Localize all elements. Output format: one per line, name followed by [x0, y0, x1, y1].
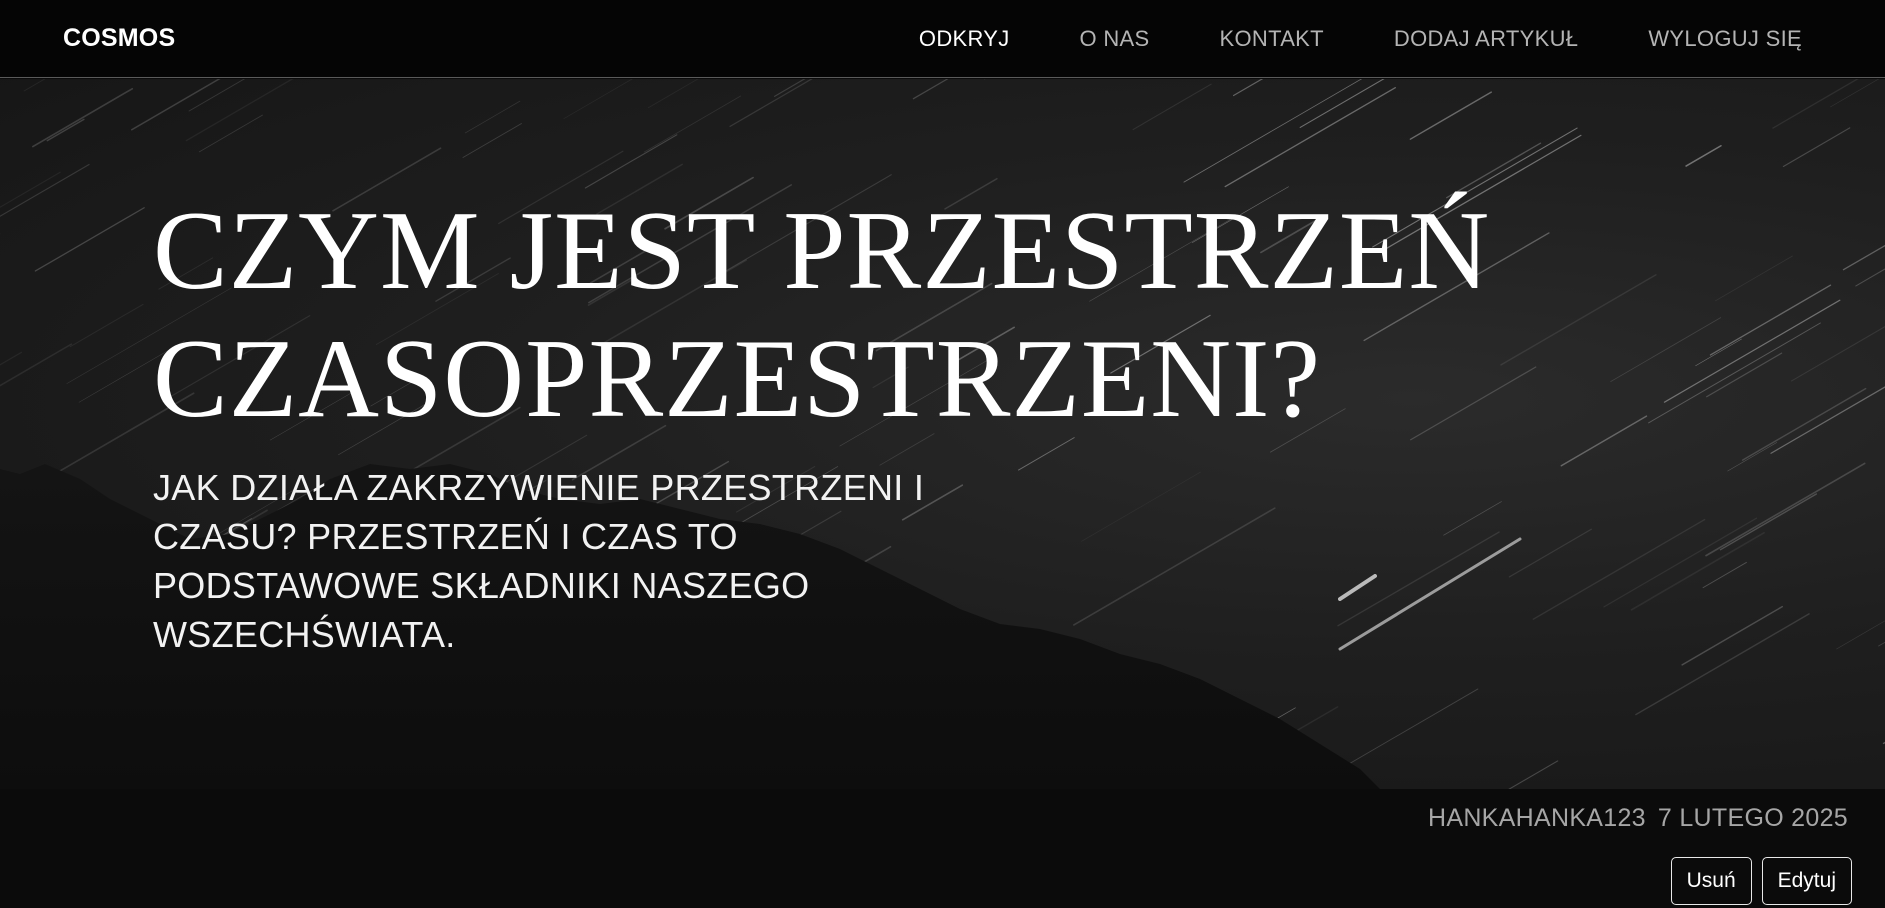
- edit-button[interactable]: Edytuj: [1761, 857, 1852, 905]
- hero-section: CZYM JEST PRZESTRZEŃ CZASOPRZESTRZENI? J…: [0, 79, 1885, 789]
- nav-link-dodaj-artykul[interactable]: DODAJ ARTYKUŁ: [1394, 26, 1578, 52]
- author-name: HANKAHANKA123: [1428, 804, 1646, 832]
- article-title: CZYM JEST PRZESTRZEŃ CZASOPRZESTRZENI?: [153, 187, 1490, 443]
- article-title-line2: CZASOPRZESTRZENI?: [153, 317, 1322, 441]
- nav-link-kontakt[interactable]: KONTAKT: [1220, 26, 1324, 52]
- article-subtitle: JAK DZIAŁA ZAKRZYWIENIE PRZESTRZENI I CZ…: [153, 467, 925, 655]
- top-navbar: COSMOS ODKRYJ O NAS KONTAKT DODAJ ARTYKU…: [0, 0, 1885, 78]
- nav-link-o-nas[interactable]: O NAS: [1080, 26, 1150, 52]
- nav-link-odkryj[interactable]: ODKRYJ: [919, 26, 1010, 52]
- article-meta: HANKAHANKA123 7 LUTEGO 2025: [1428, 804, 1848, 833]
- article-title-line1: CZYM JEST PRZESTRZEŃ: [153, 189, 1491, 313]
- nav-link-wyloguj[interactable]: WYLOGUJ SIĘ: [1648, 26, 1802, 52]
- site-logo[interactable]: COSMOS: [63, 24, 175, 53]
- delete-button[interactable]: Usuń: [1670, 857, 1752, 905]
- nav-links: ODKRYJ O NAS KONTAKT DODAJ ARTYKUŁ WYLOG…: [919, 26, 1802, 52]
- publish-date: 7 LUTEGO 2025: [1657, 804, 1848, 832]
- article-actions: Usuń Edytuj: [1670, 857, 1852, 905]
